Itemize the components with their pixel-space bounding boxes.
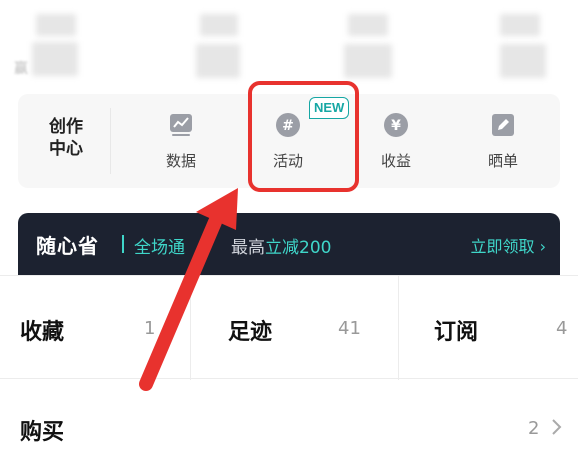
blurred-value [32,42,78,76]
blurred-value [200,14,238,36]
divider [122,235,124,253]
promo-text-a: 全场通 [134,238,185,258]
blurred-value [500,44,546,78]
purchase-label: 购买 [20,420,65,445]
stat-footprints-label: 足迹 [228,320,273,345]
divider [398,276,399,380]
stat-subscriptions-count: 4 [556,318,568,339]
chevron-right-icon [552,419,562,435]
stat-favorites-label: 收藏 [20,320,65,345]
tool-showcase-label: 晒单 [487,152,518,170]
tool-data-label: 数据 [165,152,196,170]
blurred-value [36,14,76,36]
promo-text-c: 立减200 [265,238,332,258]
stat-subscriptions-label: 订阅 [434,320,479,345]
creator-center-title-line1: 创作 [49,117,83,137]
creator-center-title[interactable]: 创作 中心 [42,116,90,160]
blurred-value [344,44,392,78]
stat-footprints[interactable]: 足迹 41 [208,276,398,380]
promo-brand: 随心省 [36,234,99,258]
claim-link[interactable]: 立即领取 › [471,233,547,257]
promo-text-b: 最高 [231,238,265,258]
stat-favorites[interactable]: 收藏 1 [0,276,190,380]
purchase-count: 2 [528,418,540,439]
promo-text: 全场通 最高立减200 [134,233,331,258]
yen-icon: ¥ [384,113,408,137]
divider [110,108,111,174]
blurred-value [348,14,388,36]
tool-showcase[interactable]: 晒单 [458,112,548,171]
stats-row: 收藏 1 足迹 41 订阅 4 [0,275,578,380]
divider [190,276,191,380]
svg-text:¥: ¥ [391,118,401,134]
stat-subscriptions[interactable]: 订阅 4 [414,276,578,380]
creator-center-title-line2: 中心 [49,139,83,159]
tool-data[interactable]: 数据 [136,112,226,171]
edit-icon [492,114,514,136]
profile-stats-blurred: 赢 [0,0,578,92]
stat-favorites-count: 1 [144,318,156,339]
stat-footprints-count: 41 [338,318,361,339]
tool-earnings[interactable]: ¥ 收益 [351,112,441,171]
blurred-value [196,44,240,78]
chart-icon [170,114,192,136]
blurred-value [500,14,540,36]
new-badge: NEW [309,97,350,119]
tool-earnings-label: 收益 [380,152,411,170]
purchase-row[interactable]: 购买 2 [0,380,578,464]
blurred-label: 赢 [14,61,28,77]
promo-banner[interactable]: 随心省 全场通 最高立减200 立即领取 › [18,213,560,275]
